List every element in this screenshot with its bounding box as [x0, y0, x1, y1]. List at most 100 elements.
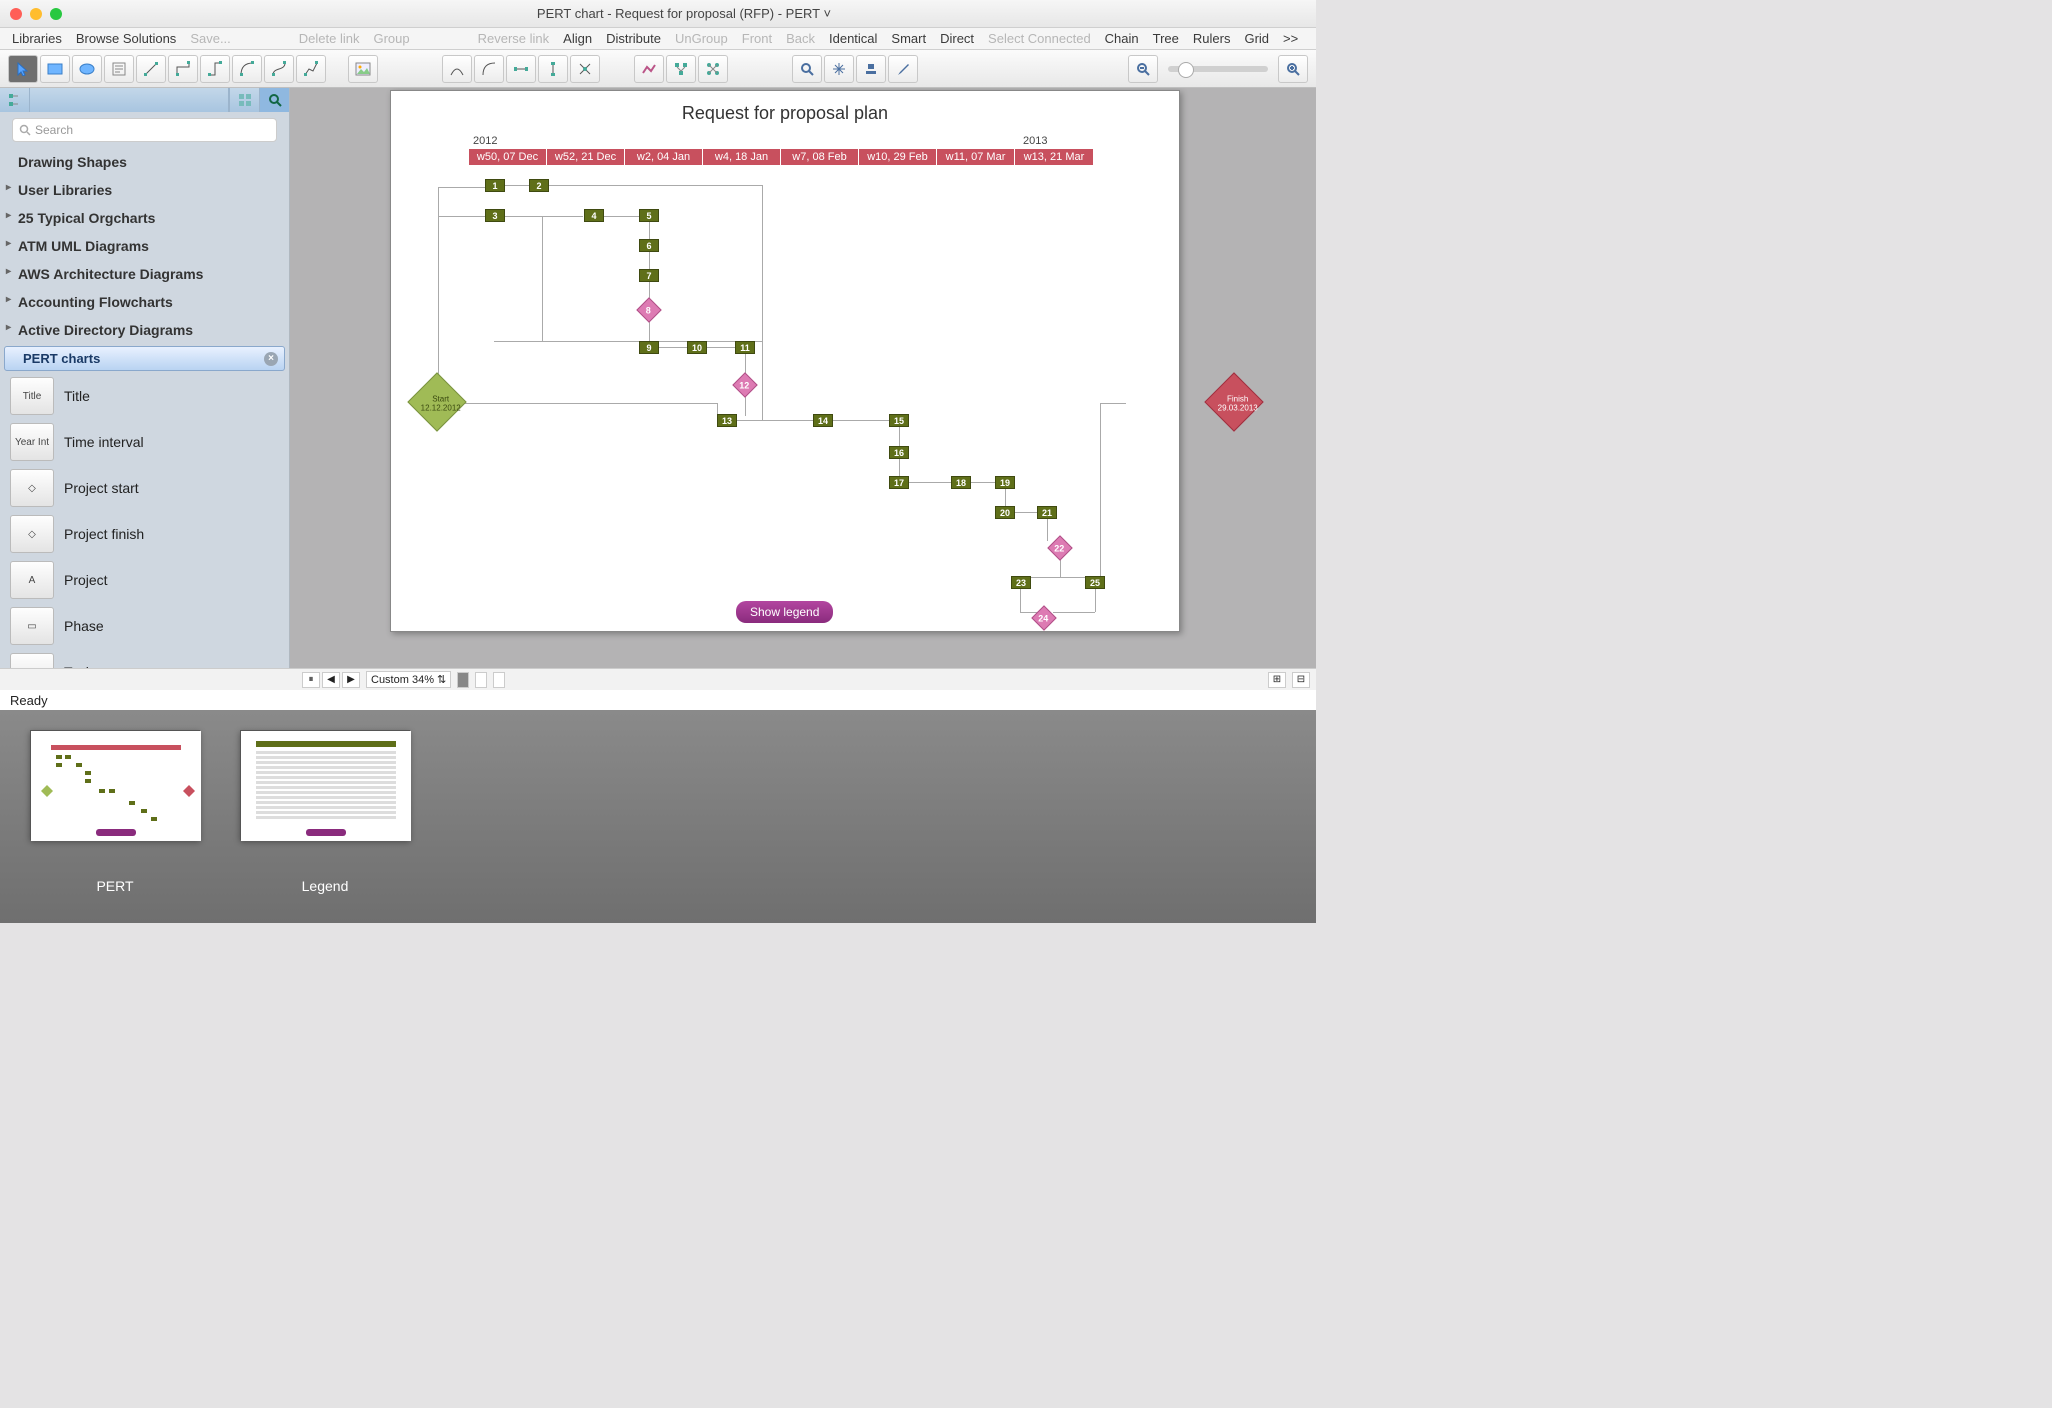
- tool-link-1[interactable]: [506, 55, 536, 83]
- menu-back[interactable]: Back: [786, 31, 815, 46]
- tool-link-2[interactable]: [538, 55, 568, 83]
- canvas[interactable]: Request for proposal plan 2012 2013 w50,…: [290, 88, 1316, 668]
- sidebar-category-pert[interactable]: PERT charts ×: [4, 346, 285, 371]
- shape-item[interactable]: TitleTitle: [0, 373, 289, 419]
- task-node[interactable]: 2: [529, 179, 549, 192]
- menu-distribute[interactable]: Distribute: [606, 31, 661, 46]
- start-node[interactable]: Start12.12.2012: [407, 372, 466, 431]
- menu-ungroup[interactable]: UnGroup: [675, 31, 728, 46]
- task-node[interactable]: 9: [639, 341, 659, 354]
- page-nav-pause[interactable]: ⏸: [302, 672, 320, 688]
- task-node[interactable]: 20: [995, 506, 1015, 519]
- milestone-node[interactable]: 22: [1047, 535, 1072, 560]
- tool-text[interactable]: [104, 55, 134, 83]
- menu-chain[interactable]: Chain: [1105, 31, 1139, 46]
- task-node[interactable]: 7: [639, 269, 659, 282]
- task-node[interactable]: 10: [687, 341, 707, 354]
- menu-align[interactable]: Align: [563, 31, 592, 46]
- tool-connector-4[interactable]: [232, 55, 262, 83]
- menu-libraries[interactable]: Libraries: [12, 31, 62, 46]
- sidebar-category[interactable]: 25 Typical Orgcharts: [0, 204, 289, 232]
- thumbnail-legend[interactable]: Legend: [240, 730, 410, 903]
- sidebar-category[interactable]: Accounting Flowcharts: [0, 288, 289, 316]
- sidebar-tab-grid[interactable]: [229, 88, 259, 112]
- task-node[interactable]: 15: [889, 414, 909, 427]
- shape-item[interactable]: 1Task: [0, 649, 289, 668]
- page[interactable]: Request for proposal plan 2012 2013 w50,…: [390, 90, 1180, 632]
- maximize-button[interactable]: [50, 8, 62, 20]
- task-node[interactable]: 13: [717, 414, 737, 427]
- sidebar-category[interactable]: ATM UML Diagrams: [0, 232, 289, 260]
- view-toggle-3[interactable]: [493, 672, 505, 688]
- menu-reverse-link[interactable]: Reverse link: [478, 31, 550, 46]
- tool-arc-2[interactable]: [474, 55, 504, 83]
- task-node[interactable]: 17: [889, 476, 909, 489]
- sidebar-category[interactable]: AWS Architecture Diagrams: [0, 260, 289, 288]
- task-node[interactable]: 1: [485, 179, 505, 192]
- tool-link-3[interactable]: [570, 55, 600, 83]
- tool-layout-3[interactable]: [698, 55, 728, 83]
- menu-direct[interactable]: Direct: [940, 31, 974, 46]
- shape-item[interactable]: AProject: [0, 557, 289, 603]
- zoom-out-button[interactable]: [1128, 55, 1158, 83]
- task-node[interactable]: 25: [1085, 576, 1105, 589]
- milestone-node[interactable]: 8: [636, 297, 661, 322]
- task-node[interactable]: 16: [889, 446, 909, 459]
- menu-delete-link[interactable]: Delete link: [299, 31, 360, 46]
- thumbnail-pert[interactable]: PERT: [30, 730, 200, 903]
- zoom-select[interactable]: Custom 34% ⇅: [366, 671, 451, 688]
- panel-toggle-1[interactable]: ⊞: [1268, 672, 1286, 688]
- tool-connector-6[interactable]: [296, 55, 326, 83]
- menu-identical[interactable]: Identical: [829, 31, 877, 46]
- zoom-in-button[interactable]: [1278, 55, 1308, 83]
- tool-rectangle[interactable]: [40, 55, 70, 83]
- menu-grid[interactable]: Grid: [1244, 31, 1269, 46]
- menu-browse-solutions[interactable]: Browse Solutions: [76, 31, 176, 46]
- shape-item[interactable]: ◇Project finish: [0, 511, 289, 557]
- page-nav-next[interactable]: ▶: [342, 672, 360, 688]
- milestone-node[interactable]: 24: [1031, 605, 1056, 630]
- task-node[interactable]: 6: [639, 239, 659, 252]
- zoom-slider[interactable]: [1168, 66, 1268, 72]
- tool-eyedropper[interactable]: [888, 55, 918, 83]
- menu-save[interactable]: Save...: [190, 31, 230, 46]
- finish-node[interactable]: Finish29.03.2013: [1204, 372, 1263, 431]
- tool-ellipse[interactable]: [72, 55, 102, 83]
- tool-connector-1[interactable]: [136, 55, 166, 83]
- sidebar-tab-search[interactable]: [259, 88, 289, 112]
- close-button[interactable]: [10, 8, 22, 20]
- close-category-icon[interactable]: ×: [264, 352, 278, 366]
- task-node[interactable]: 5: [639, 209, 659, 222]
- tool-connector-2[interactable]: [168, 55, 198, 83]
- menu-group[interactable]: Group: [373, 31, 409, 46]
- tool-zoom[interactable]: [792, 55, 822, 83]
- search-input[interactable]: Search: [12, 118, 277, 142]
- milestone-node[interactable]: 12: [732, 372, 757, 397]
- menu-select-connected[interactable]: Select Connected: [988, 31, 1091, 46]
- menu-rulers[interactable]: Rulers: [1193, 31, 1231, 46]
- task-node[interactable]: 18: [951, 476, 971, 489]
- minimize-button[interactable]: [30, 8, 42, 20]
- tool-connector-3[interactable]: [200, 55, 230, 83]
- tool-connector-5[interactable]: [264, 55, 294, 83]
- shape-item[interactable]: ◇Project start: [0, 465, 289, 511]
- task-node[interactable]: 3: [485, 209, 505, 222]
- task-node[interactable]: 14: [813, 414, 833, 427]
- sidebar-filter-input[interactable]: [30, 88, 229, 112]
- sidebar-category[interactable]: User Libraries: [0, 176, 289, 204]
- tool-arc-1[interactable]: [442, 55, 472, 83]
- panel-toggle-2[interactable]: ⊟: [1292, 672, 1310, 688]
- tool-stamp[interactable]: [856, 55, 886, 83]
- menu-more[interactable]: >>: [1283, 31, 1298, 46]
- tool-pan[interactable]: [824, 55, 854, 83]
- sidebar-tab-tree[interactable]: [0, 88, 30, 112]
- page-nav-prev[interactable]: ◀: [322, 672, 340, 688]
- menu-front[interactable]: Front: [742, 31, 772, 46]
- task-node[interactable]: 19: [995, 476, 1015, 489]
- tool-layout-2[interactable]: [666, 55, 696, 83]
- task-node[interactable]: 23: [1011, 576, 1031, 589]
- task-node[interactable]: 21: [1037, 506, 1057, 519]
- menu-smart[interactable]: Smart: [891, 31, 926, 46]
- show-legend-button[interactable]: Show legend: [736, 601, 833, 623]
- task-node[interactable]: 4: [584, 209, 604, 222]
